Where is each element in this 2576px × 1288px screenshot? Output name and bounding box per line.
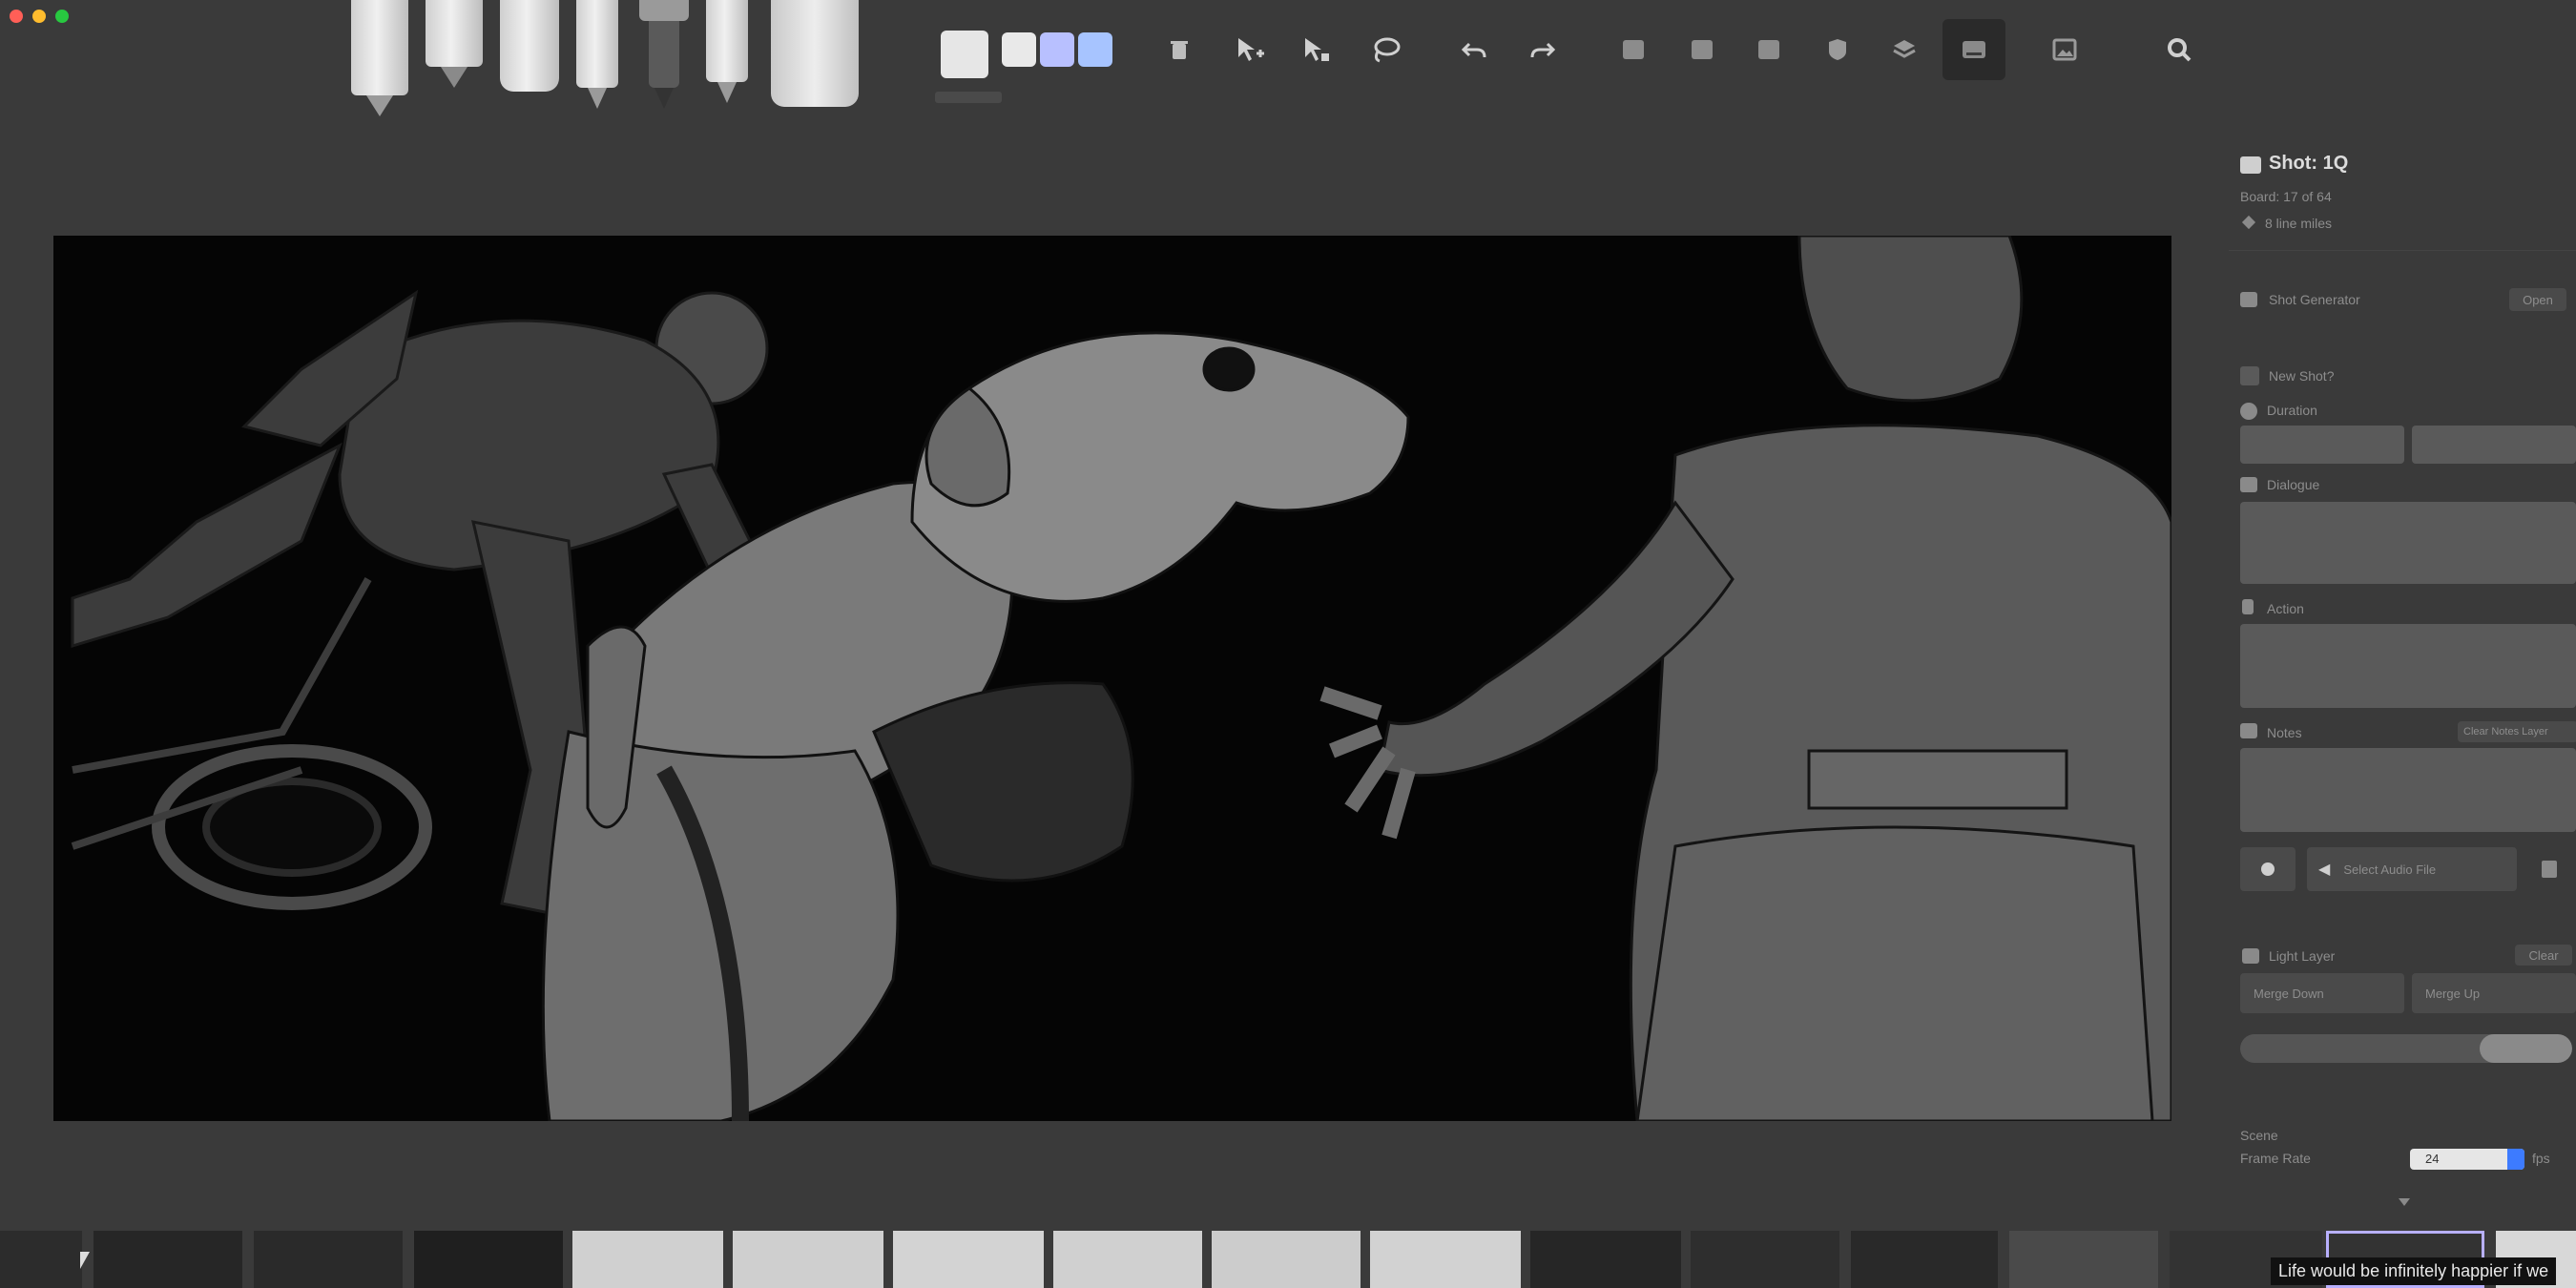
duration-label: Duration: [2267, 403, 2317, 418]
pen-tool-icon[interactable]: [576, 0, 618, 109]
merge-down-label: Merge Down: [2254, 986, 2324, 1001]
redo-icon[interactable]: [1523, 31, 1561, 69]
collapse-chevron-icon[interactable]: [2399, 1198, 2410, 1206]
lasso-icon[interactable]: [1366, 31, 1404, 69]
line-miles: 8 line miles: [2265, 216, 2333, 231]
color-swatch-2[interactable]: [1040, 32, 1074, 67]
board-thumbnail[interactable]: [93, 1231, 242, 1288]
record-icon: [2261, 862, 2275, 876]
select-audio-file-button[interactable]: ◀ Select Audio File: [2307, 847, 2517, 891]
monitor-icon: [2240, 156, 2261, 174]
board-thumbnail[interactable]: [1851, 1231, 1998, 1288]
merge-up-button[interactable]: Merge Up: [2412, 973, 2576, 1013]
new-shot-checkbox[interactable]: [2240, 366, 2259, 385]
board-view-icon[interactable]: [1942, 19, 2005, 80]
color-swatch-1[interactable]: [1002, 32, 1036, 67]
layer-3-icon[interactable]: [1750, 31, 1788, 69]
board-thumbnail[interactable]: [1053, 1231, 1202, 1288]
zoom-window-button[interactable]: [55, 10, 69, 23]
fine-pen-icon[interactable]: [639, 0, 689, 21]
merge-down-button[interactable]: Merge Down: [2240, 973, 2404, 1013]
action-field[interactable]: [2240, 624, 2576, 708]
drawing-canvas[interactable]: [53, 236, 2171, 1121]
action-icon: [2242, 599, 2254, 614]
board-thumbnail[interactable]: [414, 1231, 563, 1288]
close-window-button[interactable]: [10, 10, 23, 23]
clock-icon: [2240, 403, 2257, 420]
clear-notes-layer-button[interactable]: Clear Notes Layer: [2458, 721, 2576, 742]
shot-title: Shot: 1Q: [2269, 153, 2349, 174]
panel-divider: [2229, 250, 2576, 251]
frame-rate-select[interactable]: 24: [2410, 1149, 2524, 1170]
shot-generator-open-button[interactable]: Open: [2509, 288, 2566, 311]
pencil-tool-icon[interactable]: [351, 0, 408, 116]
record-audio-button[interactable]: [2240, 847, 2296, 891]
dialogue-field[interactable]: [2240, 502, 2576, 584]
fps-label: fps: [2532, 1151, 2550, 1166]
board-thumbnail[interactable]: [572, 1231, 723, 1288]
action-label: Action: [2267, 601, 2304, 616]
add-pointer-icon[interactable]: [1231, 31, 1269, 69]
light-layer-label: Light Layer: [2269, 948, 2336, 964]
board-thumbnail[interactable]: [1370, 1231, 1521, 1288]
move-pointer-icon[interactable]: [1298, 31, 1336, 69]
select-audio-label: Select Audio File: [2343, 862, 2437, 877]
board-thumbnail[interactable]: [893, 1231, 1044, 1288]
subtitle-caption: Life would be infinitely happier if we: [2271, 1257, 2557, 1285]
image-icon[interactable]: [2046, 31, 2084, 69]
notes-label: Notes: [2267, 725, 2302, 740]
fine-pen-body-icon: [649, 21, 679, 109]
delete-audio-icon[interactable]: [2542, 861, 2557, 878]
clear-notes-label: Clear Notes Layer: [2463, 726, 2548, 737]
light-layer-clear-button[interactable]: Clear: [2515, 945, 2572, 966]
board-thumbnail[interactable]: [733, 1231, 883, 1288]
merge-up-label: Merge Up: [2425, 986, 2481, 1001]
new-shot-label: New Shot?: [2269, 368, 2335, 384]
storyboard-drawing: [71, 236, 2171, 1121]
brush-tool-icon[interactable]: [500, 0, 559, 92]
notes-icon: [2240, 723, 2257, 738]
board-thumbnail[interactable]: [1212, 1231, 1361, 1288]
board-thumbnail[interactable]: [2009, 1231, 2158, 1288]
light-layer-opacity-slider[interactable]: [2240, 1034, 2572, 1063]
notes-field[interactable]: [2240, 748, 2576, 832]
trash-icon[interactable]: [1160, 31, 1198, 69]
slider-fill: [2479, 1034, 2572, 1063]
shot-generator-label: Shot Generator: [2269, 292, 2360, 307]
mouse-cursor-icon: [80, 1252, 90, 1269]
eraser-tool-icon[interactable]: [771, 0, 859, 107]
camera-icon: [2240, 292, 2257, 307]
marker-tool-icon[interactable]: [426, 0, 483, 88]
frame-rate-value: 24: [2425, 1152, 2440, 1166]
pencil-thin-icon[interactable]: [706, 0, 748, 103]
board-thumbnail[interactable]: [0, 1231, 82, 1288]
layer-2-icon[interactable]: [1683, 31, 1721, 69]
color-swatch-primary[interactable]: [941, 31, 988, 78]
board-thumbnail[interactable]: [254, 1231, 403, 1288]
duration-frames-field[interactable]: [2412, 426, 2576, 464]
open-label: Open: [2523, 292, 2553, 307]
speech-bubble-icon: [2240, 477, 2257, 492]
minimize-window-button[interactable]: [32, 10, 46, 23]
undo-icon[interactable]: [1456, 31, 1494, 69]
board-thumbnail[interactable]: [1691, 1231, 1839, 1288]
scene-label: Scene: [2240, 1128, 2278, 1143]
board-count: Board: 17 of 64: [2240, 189, 2332, 204]
chevron-down-icon: [2507, 1149, 2524, 1170]
stack-layer-icon[interactable]: [1885, 31, 1923, 69]
search-icon[interactable]: [2160, 31, 2198, 69]
frame-rate-label: Frame Rate: [2240, 1151, 2311, 1166]
light-layer-clear-label: Clear: [2528, 947, 2559, 963]
board-thumbnail[interactable]: [1530, 1231, 1681, 1288]
light-layer-icon: [2242, 948, 2259, 964]
layer-1-icon[interactable]: [1614, 31, 1652, 69]
duration-ms-field[interactable]: [2240, 426, 2404, 464]
board-filmstrip[interactable]: [0, 1221, 2576, 1288]
speaker-icon: ◀: [2318, 862, 2331, 878]
shield-layer-icon[interactable]: [1818, 31, 1857, 69]
diamond-icon: [2241, 215, 2256, 230]
brush-size-readout: [935, 92, 1002, 103]
color-swatch-3[interactable]: [1078, 32, 1112, 67]
dialogue-label: Dialogue: [2267, 477, 2320, 492]
